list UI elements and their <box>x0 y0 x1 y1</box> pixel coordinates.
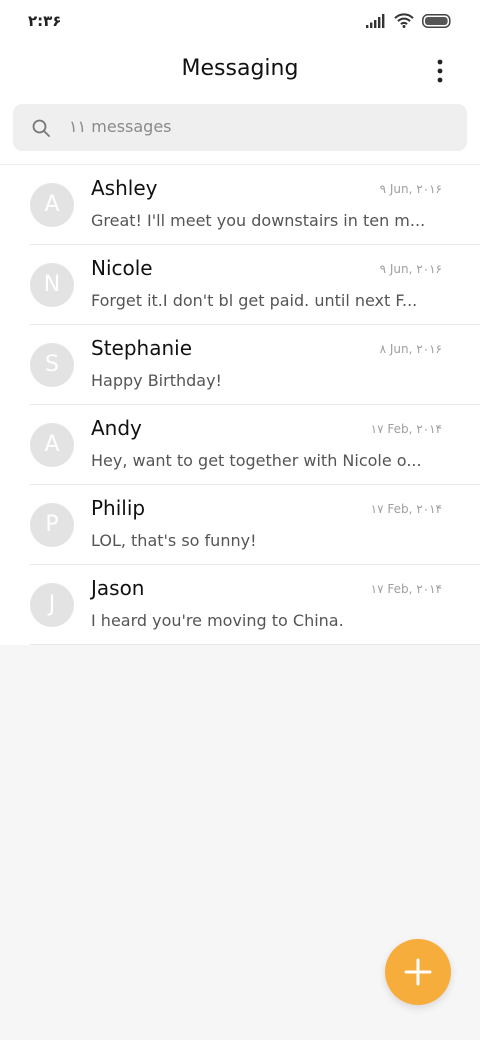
message-date: ۸ Jun, ۲۰۱۶ <box>379 342 442 356</box>
status-time: ۲:۳۶ <box>28 12 62 30</box>
contact-name: Philip <box>91 496 146 520</box>
contact-name: Jason <box>91 576 145 600</box>
avatar: J <box>30 583 74 627</box>
conversation-item-philip[interactable]: P Philip ۱۷ Feb, ۲۰۱۴ LOL, that's so fun… <box>0 485 480 565</box>
avatar: A <box>30 183 74 227</box>
message-preview: Great! I'll meet you downstairs in ten m… <box>91 211 426 230</box>
plus-icon <box>404 958 432 986</box>
message-preview: LOL, that's so funny! <box>91 531 257 550</box>
avatar: P <box>30 503 74 547</box>
search-input[interactable]: ۱۱ messages <box>13 104 467 151</box>
header: Messaging <box>0 44 480 96</box>
message-date: ۱۷ Feb, ۲۰۱۴ <box>370 502 442 516</box>
battery-icon <box>422 13 452 32</box>
conversation-item-jason[interactable]: J Jason ۱۷ Feb, ۲۰۱۴ I heard you're movi… <box>0 565 480 645</box>
wifi-icon <box>394 12 414 32</box>
status-bar: ۲:۳۶ <box>0 0 480 44</box>
message-preview: I heard you're moving to China. <box>91 611 344 630</box>
avatar: N <box>30 263 74 307</box>
conversation-item-andy[interactable]: A Andy ۱۷ Feb, ۲۰۱۴ Hey, want to get tog… <box>0 405 480 485</box>
contact-name: Nicole <box>91 256 153 280</box>
contact-name: Ashley <box>91 176 158 200</box>
avatar: S <box>30 343 74 387</box>
search-placeholder: ۱۱ messages <box>69 117 172 136</box>
conversation-item-stephanie[interactable]: S Stephanie ۸ Jun, ۲۰۱۶ Happy Birthday! <box>0 325 480 405</box>
message-date: ۹ Jun, ۲۰۱۶ <box>379 182 442 196</box>
avatar: A <box>30 423 74 467</box>
contact-name: Stephanie <box>91 336 193 360</box>
more-vertical-icon <box>437 59 443 83</box>
signal-icon <box>366 13 386 32</box>
conversation-item-nicole[interactable]: N Nicole ۹ Jun, ۲۰۱۶ Forget it.I don't b… <box>0 245 480 325</box>
message-preview: Hey, want to get together with Nicole o.… <box>91 451 422 470</box>
top-panel: ۲:۳۶ Messaging ۱۱ messages <box>0 0 480 165</box>
messaging-screen: ۲:۳۶ Messaging ۱۱ messages A Ashley ۹ Ju… <box>0 0 480 1040</box>
message-date: ۹ Jun, ۲۰۱۶ <box>379 262 442 276</box>
conversation-list: A Ashley ۹ Jun, ۲۰۱۶ Great! I'll meet yo… <box>0 164 480 645</box>
message-date: ۱۷ Feb, ۲۰۱۴ <box>370 582 442 596</box>
page-title: Messaging <box>181 56 299 81</box>
search-icon <box>32 119 50 137</box>
conversation-item-ashley[interactable]: A Ashley ۹ Jun, ۲۰۱۶ Great! I'll meet yo… <box>0 165 480 245</box>
new-message-button[interactable] <box>385 939 451 1005</box>
message-preview: Forget it.I don't bl get paid. until nex… <box>91 291 418 310</box>
status-icons <box>358 12 452 32</box>
contact-name: Andy <box>91 416 142 440</box>
message-preview: Happy Birthday! <box>91 371 222 390</box>
message-date: ۱۷ Feb, ۲۰۱۴ <box>370 422 442 436</box>
more-options-button[interactable] <box>428 56 452 86</box>
